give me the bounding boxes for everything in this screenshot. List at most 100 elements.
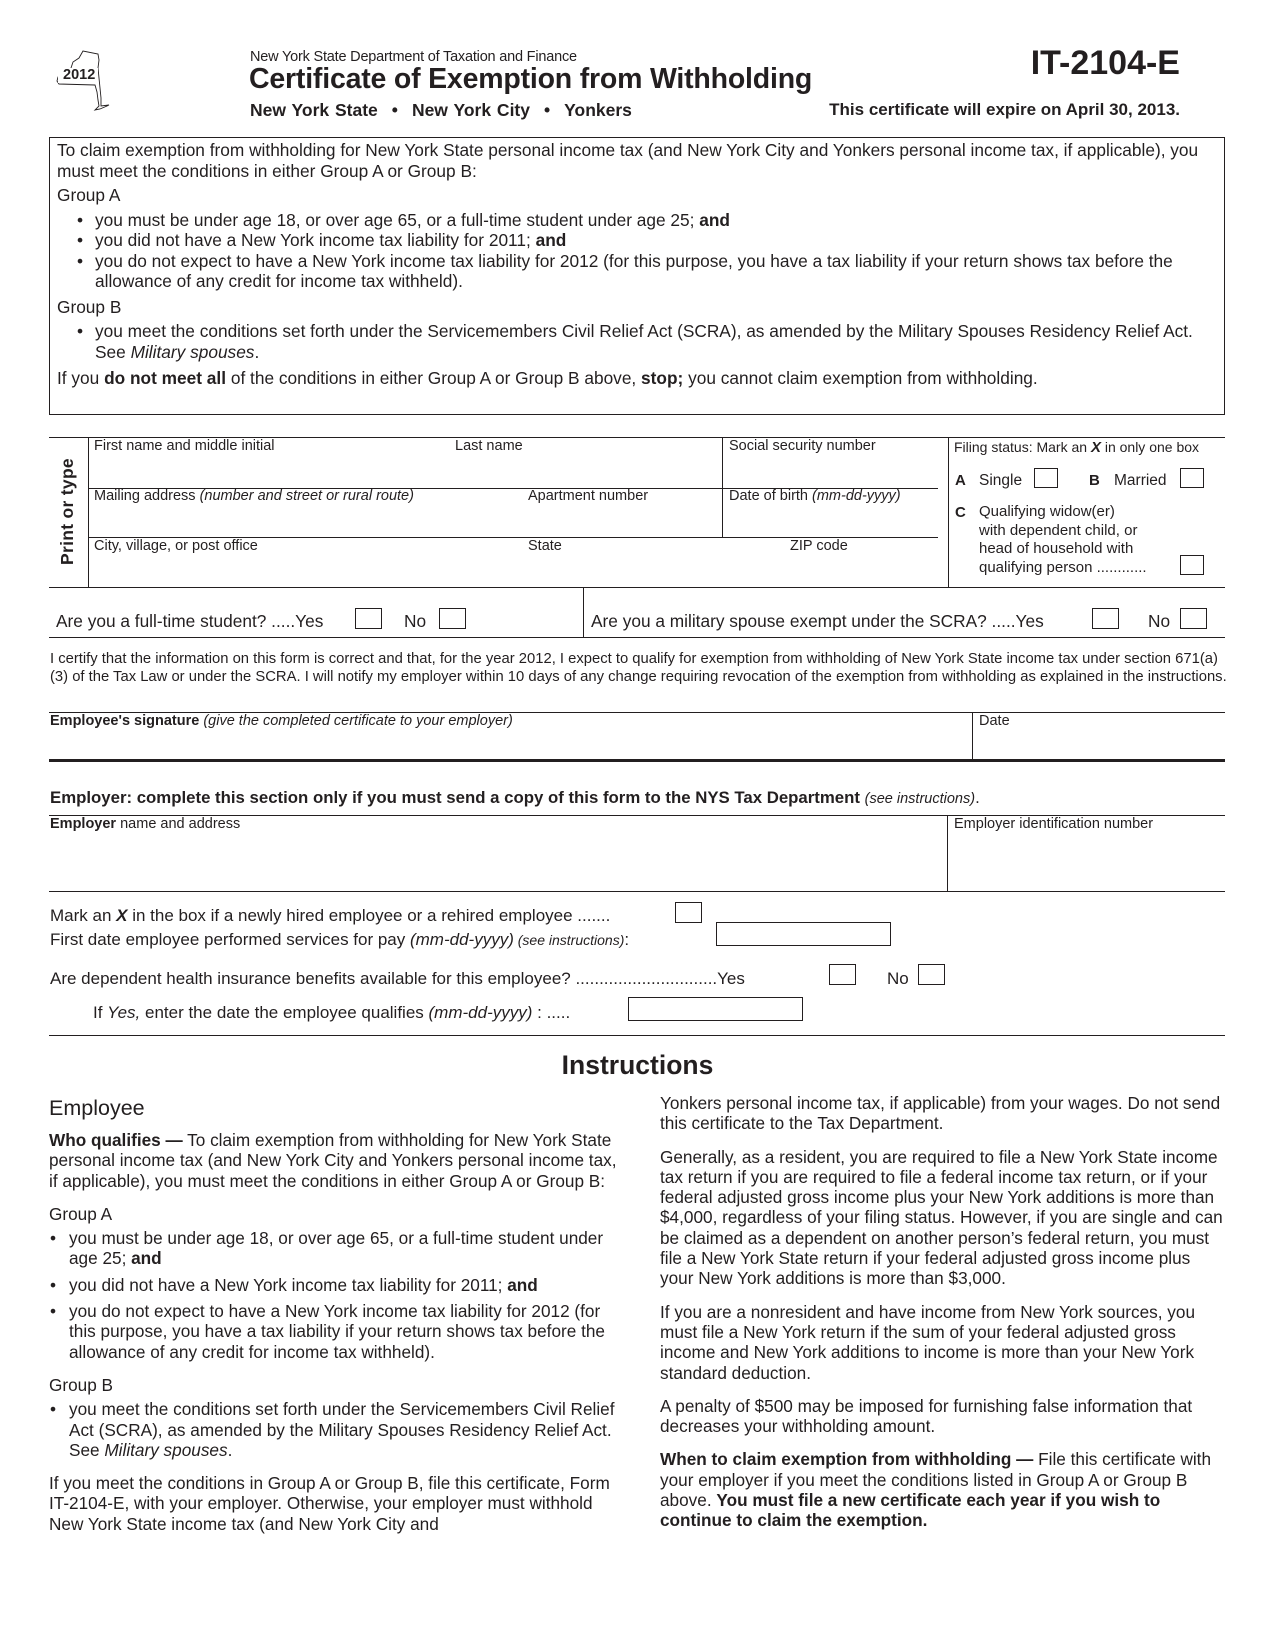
who-qualifies-paragraph: Who qualifies — To claim exemption from …: [49, 1130, 617, 1191]
grid-rule: [49, 587, 1225, 588]
continued-paragraph: Yonkers personal income tax, if applicab…: [660, 1093, 1221, 1134]
city-input[interactable]: [94, 558, 514, 584]
signature-date-input[interactable]: [979, 732, 1219, 756]
jurisdiction-nys: New York State: [250, 100, 378, 120]
new-york-state-outline-icon: 2012: [55, 48, 125, 120]
zip-input[interactable]: [729, 558, 944, 584]
mailing-address-label: Mailing address (number and street or ru…: [94, 488, 414, 504]
ein-input[interactable]: [954, 840, 1219, 866]
form-number: IT-2104-E: [1030, 44, 1180, 82]
group-b-list: you meet the conditions set forth under …: [49, 1399, 624, 1460]
filing-option-letter: C: [955, 504, 966, 521]
tax-year-badge: 2012: [63, 67, 96, 83]
filing-qualifying-widow-label: Qualifying widow(er) with dependent chil…: [979, 503, 1147, 576]
employee-signature-input[interactable]: [50, 732, 965, 756]
apartment-input[interactable]: [528, 508, 718, 534]
military-no-checkbox[interactable]: [1180, 608, 1207, 629]
ssn-input[interactable]: [729, 458, 944, 484]
new-hire-question: Mark an X in the box if a newly hired em…: [50, 906, 611, 925]
mailing-address-input[interactable]: [94, 508, 514, 534]
jurisdictions: New York State • New York City • Yonkers: [250, 100, 632, 121]
form-title: Certificate of Exemption from Withholdin…: [249, 63, 813, 95]
grid-rule: [49, 637, 1225, 638]
employee-heading: Employee: [49, 1096, 145, 1120]
eligibility-box: To claim exemption from withholding for …: [49, 137, 1225, 415]
filing-qualifying-widow-checkbox[interactable]: [1180, 555, 1204, 575]
group-a-list: you must be under age 18, or over age 65…: [49, 1228, 624, 1362]
group-b-label: Group B: [57, 296, 122, 317]
health-no-checkbox[interactable]: [918, 964, 945, 985]
student-no-checkbox[interactable]: [439, 608, 466, 629]
nonresident-paragraph: If you are a nonresident and have income…: [660, 1301, 1196, 1383]
eligibility-intro: To claim exemption from withholding for …: [57, 140, 1199, 181]
bullet-separator: •: [544, 100, 551, 120]
first-date-input[interactable]: [716, 922, 891, 946]
student-question: Are you a full-time student? .....Yes: [56, 611, 324, 631]
military-yes-checkbox[interactable]: [1092, 608, 1119, 629]
filing-married-label: Married: [1114, 472, 1167, 489]
penalty-paragraph: A penalty of $500 may be imposed for fur…: [660, 1395, 1193, 1437]
file-certificate-paragraph: If you meet the conditions in Group A or…: [49, 1473, 610, 1534]
military-spouse-question: Are you a military spouse exempt under t…: [591, 611, 1044, 631]
dob-label: Date of birth (mm-dd-yyyy): [729, 488, 901, 504]
expiration-notice: This certificate will expire on April 30…: [829, 100, 1180, 119]
employer-name-label: Employer name and address: [50, 816, 241, 832]
employer-name-address-input[interactable]: [50, 836, 940, 888]
new-hire-checkbox[interactable]: [675, 902, 702, 923]
group-a-label: Group A: [49, 1203, 113, 1224]
section-divider: [49, 759, 1225, 762]
group-b-label: Group B: [49, 1374, 114, 1395]
first-date-label: First date employee performed services f…: [50, 930, 630, 949]
date-label: Date: [979, 713, 1010, 729]
list-item: you do not expect to have a New York inc…: [49, 1301, 624, 1362]
list-item: you must be under age 18, or over age 65…: [49, 1228, 624, 1269]
group-b-list: you meet the conditions set forth under …: [57, 321, 1217, 362]
filing-single-checkbox[interactable]: [1034, 468, 1058, 488]
resident-paragraph: Generally, as a resident, you are requir…: [660, 1146, 1223, 1289]
zip-label: ZIP code: [790, 538, 848, 554]
list-item: you meet the conditions set forth under …: [57, 321, 1217, 362]
employer-section-heading: Employer: complete this section only if …: [50, 788, 980, 807]
when-to-claim-paragraph: When to claim exemption from withholding…: [660, 1449, 1212, 1531]
group-a-list: you must be under age 18, or over age 65…: [57, 210, 1217, 292]
list-item: you meet the conditions set forth under …: [49, 1399, 624, 1460]
list-item: you did not have a New York income tax l…: [57, 230, 1217, 251]
stop-notice: If you do not meet all of the conditions…: [57, 368, 1038, 388]
signature-label: Employee's signature (give the completed…: [50, 713, 513, 729]
grid-rule: [49, 891, 1225, 892]
instructions-title: Instructions: [561, 1050, 714, 1080]
ein-label: Employer identification number: [954, 816, 1154, 832]
health-no-label: No: [887, 969, 909, 988]
first-name-label: First name and middle initial: [94, 438, 275, 454]
last-name-label: Last name: [455, 438, 523, 454]
instructions-left-column: Employee Who qualifies — To claim exempt…: [49, 1095, 624, 1547]
ssn-label: Social security number: [729, 438, 876, 454]
student-yes-checkbox[interactable]: [355, 608, 382, 629]
bullet-separator: •: [391, 100, 398, 120]
print-or-type-label: Print or type: [57, 458, 77, 565]
jurisdiction-yonkers: Yonkers: [564, 100, 632, 120]
qualify-date-label: If Yes, enter the date the employee qual…: [93, 1003, 571, 1022]
state-label: State: [528, 538, 562, 554]
grid-rule: [583, 587, 584, 637]
grid-rule: [972, 712, 973, 760]
military-no-label: No: [1148, 611, 1171, 631]
list-item: you did not have a New York income tax l…: [49, 1275, 624, 1296]
filing-married-checkbox[interactable]: [1180, 468, 1204, 488]
jurisdiction-nyc: New York City: [411, 100, 530, 120]
certification-text: I certify that the information on this f…: [50, 651, 1227, 685]
qualify-date-input[interactable]: [628, 997, 803, 1021]
list-item: you must be under age 18, or over age 65…: [57, 210, 1217, 231]
health-yes-checkbox[interactable]: [829, 964, 856, 985]
state-input[interactable]: [528, 558, 678, 584]
first-name-input[interactable]: [94, 458, 444, 484]
last-name-input[interactable]: [455, 458, 717, 484]
student-no-label: No: [404, 611, 427, 631]
list-item: you do not expect to have a New York inc…: [57, 251, 1217, 292]
group-a-label: Group A: [57, 185, 121, 205]
instructions-right-column: Yonkers personal income tax, if applicab…: [660, 1093, 1225, 1544]
grid-rule: [88, 437, 89, 587]
dob-input[interactable]: [729, 508, 944, 534]
filing-option-letter: B: [1089, 472, 1100, 489]
filing-status-heading: Filing status: Mark an X in only one box: [954, 439, 1200, 456]
